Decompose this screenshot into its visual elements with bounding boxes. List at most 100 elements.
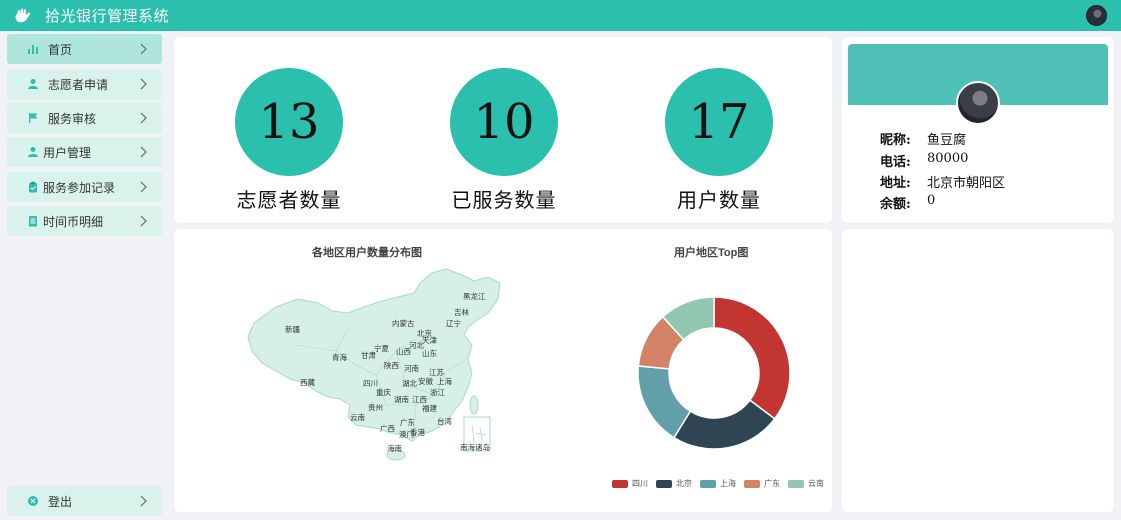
map-label: 宁夏: [374, 343, 389, 353]
empty-panel: [842, 229, 1114, 512]
chevron-right-icon: [140, 112, 147, 124]
pie-chart-title: 用户地区Top图: [674, 247, 749, 259]
map-label: 浙江: [430, 387, 445, 397]
user-icon: [28, 79, 38, 89]
map-label: 福建: [422, 403, 437, 413]
map-label: 云南: [350, 412, 365, 422]
legend-swatch: [700, 479, 716, 488]
legend-label: 四川: [632, 479, 648, 488]
pie-legend: 四川 北京 上海 广东 云南: [612, 478, 832, 489]
legend-swatch: [656, 479, 672, 488]
map-label: 广西: [380, 423, 395, 433]
map-label: 天津: [422, 336, 437, 345]
legend-item[interactable]: 四川: [612, 478, 648, 489]
sidebar: 首页 志愿者申请 服务审核 用户管理 服务参加记录 时间币明细 登出: [0, 31, 168, 520]
map-label: 安徽: [418, 376, 433, 386]
chevron-right-icon: [140, 78, 147, 90]
map-label: 广东: [400, 417, 415, 427]
legend-swatch: [788, 479, 804, 488]
profile-row-phone: 电话: 80000: [880, 151, 968, 170]
sidebar-item-time-coin-detail[interactable]: 时间币明细: [7, 206, 162, 236]
sidebar-item-volunteer-apply[interactable]: 志愿者申请: [7, 69, 162, 99]
map-label: 新疆: [285, 324, 300, 334]
map-label: 辽宁: [446, 318, 461, 328]
map-label: 青海: [332, 352, 347, 362]
legend-label: 北京: [676, 479, 692, 488]
map-label: 江西: [412, 395, 427, 404]
legend-item[interactable]: 云南: [788, 478, 824, 489]
chevron-right-icon: [140, 43, 147, 55]
sidebar-item-user-management[interactable]: 用户管理: [7, 137, 162, 167]
logout-button[interactable]: 登出: [7, 486, 162, 516]
info-key: 昵称:: [880, 133, 911, 148]
stat-label: 已服务数量: [451, 188, 557, 212]
hand-logo-icon: [15, 8, 31, 22]
info-value: 北京市朝阳区: [927, 176, 1006, 191]
map-label: 西藏: [300, 377, 315, 387]
stat-value: 10: [450, 68, 558, 176]
legend-label: 广东: [764, 479, 780, 488]
map-label: 海南: [387, 443, 402, 453]
map-label: 湖北: [402, 379, 417, 388]
profile-row-address: 地址: 北京市朝阳区: [880, 172, 1005, 191]
chevron-right-icon: [140, 181, 147, 193]
stat-users: 17 用户数量: [639, 68, 799, 213]
map-label: 香港: [410, 427, 425, 437]
sidebar-item-label: 服务参加记录: [43, 180, 116, 195]
bar-chart-icon: [28, 45, 38, 54]
info-value: 0: [927, 193, 936, 208]
document-icon: [29, 216, 37, 227]
users-icon: [28, 147, 38, 157]
charts-panel: 各地区用户数量分布图 黑龙江 吉林 辽宁 内蒙古 北京 天津 河北 新疆 宁夏 …: [174, 229, 832, 512]
map-label: 贵州: [368, 402, 383, 412]
stat-served: 10 已服务数量: [424, 68, 584, 213]
map-label: 陕西: [384, 360, 399, 370]
map-label: 甘肃: [361, 350, 376, 360]
info-key: 余额:: [880, 197, 911, 212]
stat-value: 13: [235, 68, 343, 176]
map-label: 湖南: [394, 394, 409, 404]
sidebar-item-service-review[interactable]: 服务审核: [7, 103, 162, 133]
pie-slice-四川[interactable]: [713, 296, 791, 420]
info-value: 鱼豆腐: [927, 133, 967, 148]
map-label: 内蒙古: [392, 318, 415, 328]
map-label: 上海: [437, 376, 452, 386]
app-title: 拾光银行管理系统: [45, 7, 170, 25]
sidebar-item-label: 志愿者申请: [48, 77, 109, 92]
stat-label: 用户数量: [677, 188, 761, 212]
china-map: 黑龙江 吉林 辽宁 内蒙古 北京 天津 河北 新疆 宁夏 山西 山东 青海 甘肃…: [247, 268, 501, 461]
chevron-right-icon: [140, 495, 147, 507]
map-label: 山东: [422, 348, 437, 358]
map-label: 南海诸岛: [460, 442, 490, 452]
logout-label: 登出: [48, 494, 73, 509]
map-label: 四川: [363, 379, 378, 388]
sidebar-item-service-records[interactable]: 服务参加记录: [7, 172, 162, 202]
legend-item[interactable]: 北京: [656, 478, 692, 489]
map-label: 河南: [404, 363, 419, 373]
legend-label: 上海: [720, 479, 736, 488]
pie-chart: [637, 296, 791, 450]
profile-avatar: [956, 81, 1000, 125]
map-label: 黑龙江: [463, 291, 486, 301]
profile-row-nickname: 昵称: 鱼豆腐: [880, 129, 966, 148]
sidebar-item-home[interactable]: 首页: [7, 34, 162, 64]
pie-slice-北京[interactable]: [672, 399, 776, 450]
chevron-right-icon: [140, 215, 147, 227]
chevron-right-icon: [140, 146, 147, 158]
legend-label: 云南: [808, 479, 824, 488]
sidebar-item-label: 服务审核: [48, 111, 97, 126]
user-avatar[interactable]: [1086, 5, 1107, 26]
map-label: 台湾: [437, 416, 452, 426]
legend-item[interactable]: 广东: [744, 478, 780, 489]
legend-item[interactable]: 上海: [700, 478, 736, 489]
map-label: 江苏: [429, 367, 444, 377]
clipboard-icon: [29, 181, 37, 193]
legend-swatch: [744, 479, 760, 488]
profile-row-balance: 余额: 0: [880, 193, 935, 212]
stat-volunteers: 13 志愿者数量: [209, 68, 369, 213]
legend-swatch: [612, 479, 628, 488]
stat-label: 志愿者数量: [236, 188, 342, 212]
map-label: 重庆: [376, 387, 391, 397]
top-bar: 拾光银行管理系统: [0, 0, 1121, 31]
profile-card: 昵称: 鱼豆腐 电话: 80000 地址: 北京市朝阳区 余额: 0: [842, 37, 1114, 223]
